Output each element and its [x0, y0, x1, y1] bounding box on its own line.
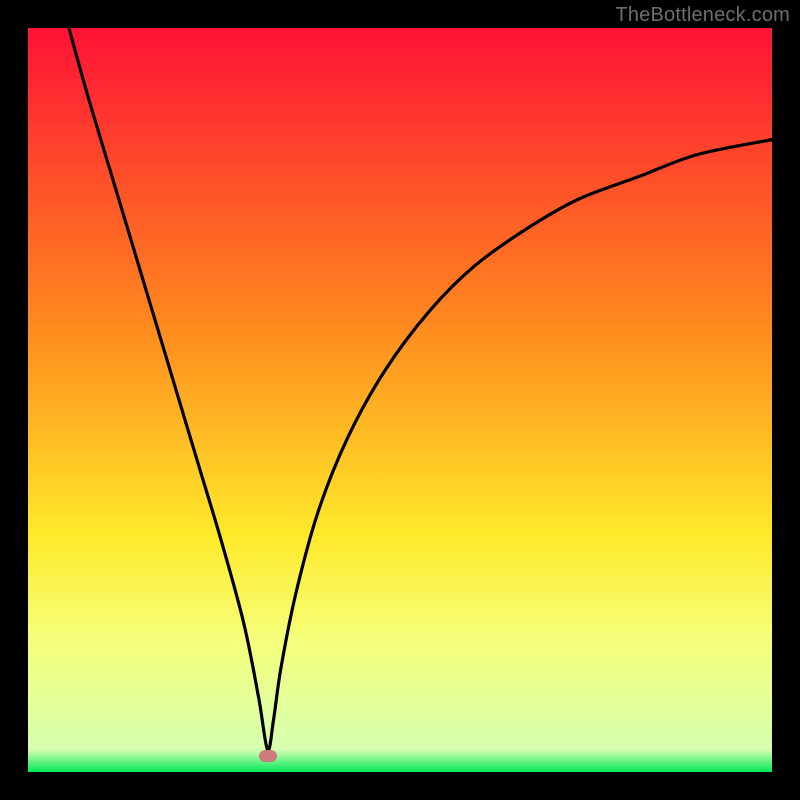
- watermark-text: TheBottleneck.com: [615, 4, 790, 27]
- chart-frame: [28, 28, 772, 772]
- bottleneck-chart: [28, 28, 772, 772]
- gradient-background: [28, 28, 772, 772]
- optimal-point-marker: [259, 750, 277, 762]
